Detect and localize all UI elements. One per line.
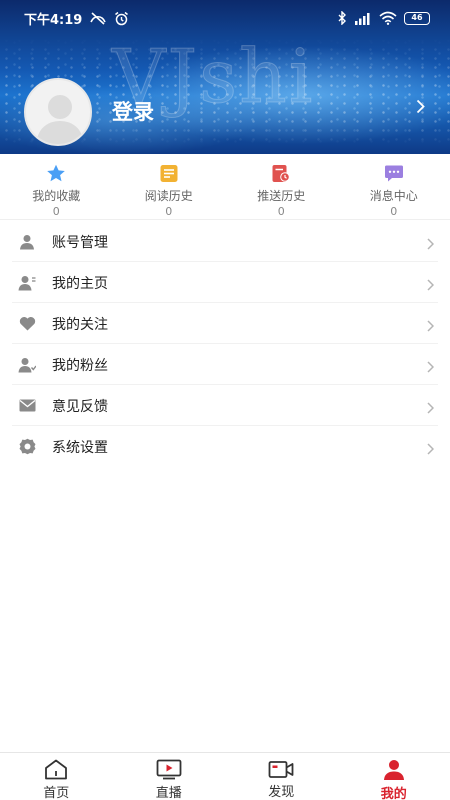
nav-tab-live[interactable]: 直播 [113,753,226,800]
status-time: 下午4:19 [24,12,83,28]
nav-tab-label: 直播 [155,786,182,800]
shortcut-count: 0 [165,205,173,218]
signal-icon [354,12,372,25]
login-link[interactable]: 登录 [112,96,154,126]
home-icon [44,759,68,780]
shortcut-label: 推送历史 [257,189,306,203]
live-tv-icon [156,759,182,780]
chevron-right-icon [427,358,435,377]
bottom-navigation: 首页 直播 发现 我的 [0,752,450,800]
mail-icon [16,399,38,412]
profile-header: VJshi 下午4:19 46 登录 [0,0,450,154]
chevron-right-icon [427,317,435,336]
menu-item-label: 账号管理 [52,234,108,251]
nav-tab-discover[interactable]: 发现 [225,753,338,800]
shortcut-count: 0 [277,205,285,218]
menu-item-label: 系统设置 [52,439,108,456]
nav-tab-label: 发现 [268,785,295,800]
shortcut-favorites[interactable]: 我的收藏 0 [0,154,113,219]
star-icon [45,163,67,183]
status-bar: 下午4:19 46 [0,0,450,36]
menu-item-label: 意见反馈 [52,398,108,415]
menu-item-label: 我的粉丝 [52,357,108,374]
shortcut-label: 消息中心 [369,189,418,203]
profile-icon [382,759,406,781]
shortcut-label: 阅读历史 [144,189,193,203]
menu-item-my-homepage[interactable]: 我的主页 [0,262,450,303]
menu-item-system-settings[interactable]: 系统设置 [0,426,450,467]
battery-indicator: 46 [404,11,430,25]
account-icon [16,234,38,250]
settings-gear-icon [16,438,38,455]
alarm-icon [114,11,129,26]
shortcut-count: 0 [52,205,60,218]
message-icon [383,163,405,183]
menu-item-feedback[interactable]: 意见反馈 [0,385,450,426]
push-history-icon [270,163,292,183]
nav-tab-mine[interactable]: 我的 [338,753,450,800]
menu-item-label: 我的关注 [52,316,108,333]
chevron-right-icon [427,276,435,295]
wifi-icon [379,11,397,25]
menu-item-my-fans[interactable]: 我的粉丝 [0,344,450,385]
chevron-right-icon [427,235,435,254]
menu-item-label: 我的主页 [52,275,108,292]
settings-menu: 账号管理 我的主页 我的关注 我的粉丝 意见反馈 系统设置 [0,221,450,467]
chevron-right-icon [427,440,435,459]
chevron-right-icon[interactable] [416,99,425,118]
shortcut-count: 0 [390,205,398,218]
shortcut-label: 我的收藏 [32,189,81,203]
shortcut-message-center[interactable]: 消息中心 0 [338,154,450,219]
nav-tab-label: 首页 [43,786,70,800]
do-not-disturb-icon [89,11,107,25]
menu-item-account-management[interactable]: 账号管理 [0,221,450,262]
nav-tab-label: 我的 [380,787,407,800]
shortcut-row: 我的收藏 0 阅读历史 0 推送历史 0 消息中心 0 [0,154,450,220]
video-camera-icon [268,759,294,779]
chevron-right-icon [427,399,435,418]
fans-icon [16,357,38,373]
avatar[interactable] [24,78,92,146]
bluetooth-icon [337,11,347,25]
homepage-user-icon [16,275,38,291]
heart-icon [16,316,38,331]
menu-item-my-follows[interactable]: 我的关注 [0,303,450,344]
nav-tab-home[interactable]: 首页 [0,753,113,800]
document-icon [158,163,180,183]
shortcut-push-history[interactable]: 推送历史 0 [225,154,338,219]
shortcut-reading-history[interactable]: 阅读历史 0 [113,154,226,219]
